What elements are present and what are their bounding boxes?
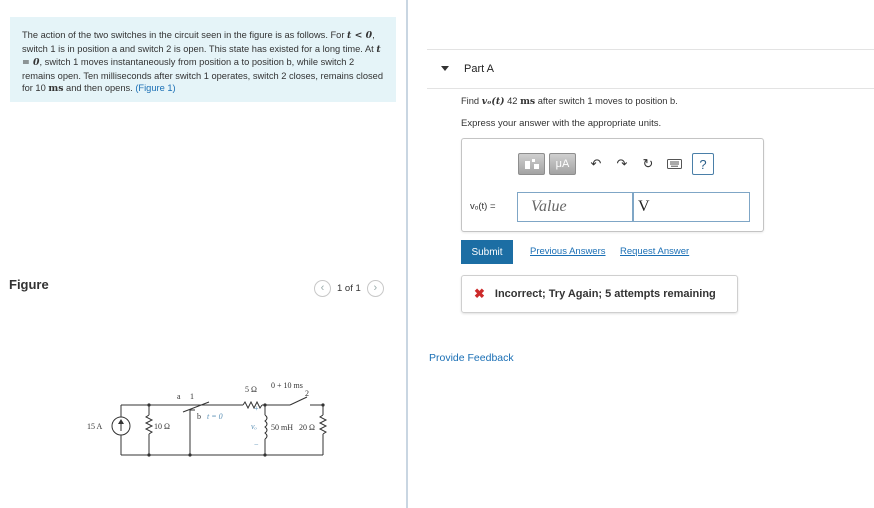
value-input[interactable] [517, 192, 633, 222]
label-t0: t = 0 [207, 412, 223, 421]
chevron-left-icon[interactable]: ‹ [314, 279, 331, 297]
question-find: Find [461, 96, 480, 106]
label-one: 1 [190, 392, 194, 401]
left-pane: The action of the two switches in the ci… [0, 0, 407, 508]
reset-icon[interactable]: ↻ [638, 154, 658, 174]
label-inductor: 50 mH [271, 423, 293, 432]
label-a: a [177, 392, 181, 401]
submit-button[interactable]: Submit [461, 240, 513, 264]
question-rest: after switch 1 moves to position b. [537, 96, 678, 106]
caret-down-icon[interactable] [441, 66, 449, 71]
part-title[interactable]: Part A [464, 63, 494, 75]
keyboard-icon[interactable] [664, 154, 684, 174]
provide-feedback-link[interactable]: Provide Feedback [429, 352, 514, 364]
problem-text-4: and then opens. [66, 83, 133, 94]
label-b: b [197, 412, 201, 421]
answer-box: μA ↶ ↷ ↻ ? vₒ(t) = [461, 138, 764, 232]
label-two: 2 [305, 389, 309, 398]
label-minus: − [254, 440, 259, 449]
feedback-text: Incorrect; Try Again; 5 attempts remaini… [494, 288, 716, 300]
label-r5: 5 Ω [245, 385, 257, 394]
feedback-message: ✖ Incorrect; Try Again; 5 attempts remai… [461, 275, 738, 313]
answer-variable-label: vₒ(t) = [470, 201, 496, 212]
question-var: vₒ(t) [481, 96, 505, 107]
pane-divider [406, 0, 408, 508]
label-r20: 20 Ω [299, 423, 315, 432]
answer-instruction: Express your answer with the appropriate… [461, 118, 662, 129]
request-answer-link[interactable]: Request Answer [620, 246, 689, 257]
problem-statement: The action of the two switches in the ci… [10, 17, 396, 102]
question-text: Find vₒ(t) 42 ms after switch 1 moves to… [461, 96, 678, 107]
math-toolbar: μA ↶ ↷ ↻ ? [518, 149, 714, 179]
right-pane: Part A Find vₒ(t) 42 ms after switch 1 m… [409, 0, 874, 508]
redo-icon[interactable]: ↷ [612, 154, 632, 174]
question-value: 42 [507, 96, 518, 106]
problem-math-ms: ms [48, 83, 64, 95]
units-button[interactable]: μA [549, 153, 576, 175]
part-a-header[interactable]: Part A [427, 49, 874, 89]
label-vo: vₒ [251, 422, 258, 431]
chevron-right-icon[interactable]: › [366, 279, 384, 297]
label-r10: 10 Ω [154, 422, 170, 431]
x-icon: ✖ [474, 286, 485, 301]
help-button[interactable]: ? [692, 153, 714, 175]
question-unit: ms [520, 96, 536, 107]
label-plus: + [254, 404, 259, 413]
problem-math-t-lt: t < 0 [347, 30, 373, 41]
figure-page-count: 1 of 1 [337, 282, 361, 294]
template-icon[interactable] [518, 153, 545, 175]
unit-input[interactable] [633, 192, 750, 222]
previous-answers-link[interactable]: Previous Answers [530, 246, 606, 257]
label-timing: 0 + 10 ms [271, 381, 303, 390]
circuit-diagram: 15 A 10 Ω a 1 b t = 0 5 Ω 0 + 10 ms 2 + … [87, 381, 328, 457]
figure-title: Figure [9, 277, 49, 292]
figure-link[interactable]: (Figure 1) [135, 83, 175, 93]
problem-text-1: The action of the two switches in the ci… [22, 30, 345, 40]
figure-pager: ‹ 1 of 1 › [314, 279, 384, 297]
undo-icon[interactable]: ↶ [586, 154, 606, 174]
label-source: 15 A [87, 422, 103, 431]
